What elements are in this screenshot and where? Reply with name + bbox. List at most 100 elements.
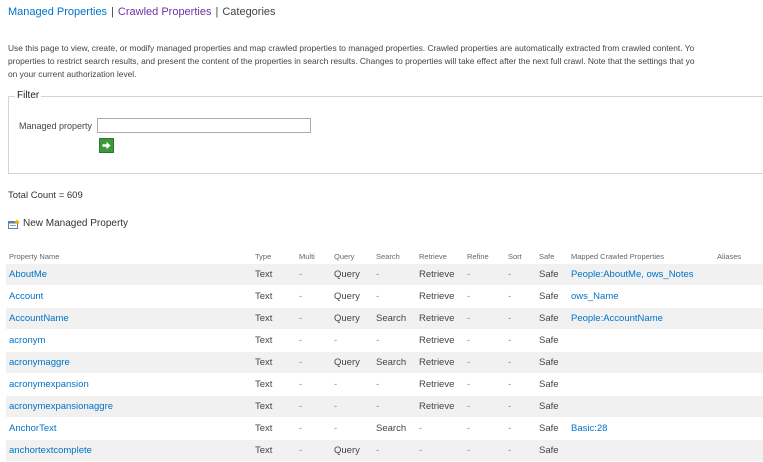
cell-type: Text bbox=[252, 373, 296, 396]
header-mapped-crawled-properties[interactable]: Mapped Crawled Properties bbox=[568, 248, 714, 264]
cell-refine: - bbox=[464, 417, 505, 440]
cell-search: - bbox=[373, 264, 416, 286]
cell-multi: - bbox=[296, 417, 331, 440]
cell-mapped: People:AccountName bbox=[568, 307, 714, 330]
cell-name: Account bbox=[6, 285, 252, 308]
property-name-link[interactable]: acronymaggre bbox=[9, 357, 70, 368]
table-row: acronymexpansionaggre Text - - - Retrieve - - Sa… bbox=[6, 395, 763, 418]
header-retrieve[interactable]: Retrieve bbox=[416, 248, 464, 264]
header-safe[interactable]: Safe bbox=[536, 248, 568, 264]
cell-mapped bbox=[568, 373, 714, 396]
new-managed-property-button[interactable]: New Managed Property bbox=[8, 218, 128, 229]
description-line: properties to restrict search results, a… bbox=[8, 56, 695, 66]
categories-link[interactable]: Categories bbox=[222, 6, 275, 18]
cell-retrieve: Retrieve bbox=[416, 307, 464, 330]
header-search[interactable]: Search bbox=[373, 248, 416, 264]
cell-aliases bbox=[714, 439, 763, 462]
cell-search: - bbox=[373, 395, 416, 418]
header-type[interactable]: Type bbox=[252, 248, 296, 264]
cell-query: Query bbox=[331, 351, 373, 374]
cell-retrieve: - bbox=[416, 439, 464, 462]
table-row: anchortextcomplete Text - Query - - - - Safe bbox=[6, 439, 763, 462]
cell-multi: - bbox=[296, 329, 331, 352]
cell-aliases bbox=[714, 351, 763, 374]
cell-refine: - bbox=[464, 285, 505, 308]
cell-type: Text bbox=[252, 439, 296, 462]
cell-type: Text bbox=[252, 285, 296, 308]
table-row: AccountName Text - Query Search Retrieve - - Saf… bbox=[6, 307, 763, 330]
cell-sort: - bbox=[505, 395, 536, 418]
header-property-name[interactable]: Property Name bbox=[6, 248, 252, 264]
cell-type: Text bbox=[252, 395, 296, 418]
new-managed-property-label: New Managed Property bbox=[23, 218, 129, 229]
mapped-crawled-property-link[interactable]: People:AboutMe, ows_Notes bbox=[571, 269, 694, 280]
cell-safe: Safe bbox=[536, 439, 568, 462]
cell-retrieve: Retrieve bbox=[416, 373, 464, 396]
mapped-crawled-property-link[interactable]: Basic:28 bbox=[571, 423, 607, 434]
total-count: Total Count = 609 bbox=[8, 190, 83, 201]
property-name-link[interactable]: acronym bbox=[9, 335, 45, 346]
cell-name: acronymexpansionaggre bbox=[6, 395, 252, 418]
cell-name: acronymexpansion bbox=[6, 373, 252, 396]
go-arrow-icon[interactable] bbox=[99, 138, 114, 153]
property-name-link[interactable]: AboutMe bbox=[9, 269, 47, 280]
property-name-link[interactable]: anchortextcomplete bbox=[9, 445, 92, 456]
header-refine[interactable]: Refine bbox=[464, 248, 505, 264]
property-name-link[interactable]: acronymexpansionaggre bbox=[9, 401, 113, 412]
cell-refine: - bbox=[464, 395, 505, 418]
managed-property-label: Managed property bbox=[19, 121, 93, 131]
table-row: acronymexpansion Text - - - Retrieve - - Safe bbox=[6, 373, 763, 396]
cell-safe: Safe bbox=[536, 351, 568, 374]
header-multi[interactable]: Multi bbox=[296, 248, 331, 264]
header-sort[interactable]: Sort bbox=[505, 248, 536, 264]
property-name-link[interactable]: acronymexpansion bbox=[9, 379, 89, 390]
cell-retrieve: - bbox=[416, 417, 464, 440]
cell-aliases bbox=[714, 285, 763, 308]
cell-mapped bbox=[568, 329, 714, 352]
managed-properties-table: Property Name Type Multi Query Search Re… bbox=[6, 248, 763, 462]
cell-multi: - bbox=[296, 264, 331, 286]
cell-sort: - bbox=[505, 307, 536, 330]
managed-property-input[interactable] bbox=[97, 118, 311, 133]
mapped-crawled-property-link[interactable]: People:AccountName bbox=[571, 313, 663, 324]
page-description: Use this page to view, create, or modify… bbox=[8, 42, 763, 81]
cell-safe: Safe bbox=[536, 264, 568, 286]
cell-name: AccountName bbox=[6, 307, 252, 330]
cell-multi: - bbox=[296, 373, 331, 396]
cell-refine: - bbox=[464, 307, 505, 330]
cell-refine: - bbox=[464, 439, 505, 462]
cell-sort: - bbox=[505, 329, 536, 352]
header-query[interactable]: Query bbox=[331, 248, 373, 264]
cell-sort: - bbox=[505, 264, 536, 286]
managed-properties-link[interactable]: Managed Properties bbox=[8, 6, 107, 18]
cell-multi: - bbox=[296, 351, 331, 374]
table-row: AnchorText Text - - Search - - - Safe Basic:28 bbox=[6, 417, 763, 440]
table-row: acronym Text - - - Retrieve - - Safe bbox=[6, 329, 763, 352]
cell-type: Text bbox=[252, 417, 296, 440]
crawled-properties-link[interactable]: Crawled Properties bbox=[118, 6, 212, 18]
cell-refine: - bbox=[464, 329, 505, 352]
property-name-link[interactable]: AccountName bbox=[9, 313, 69, 324]
cell-safe: Safe bbox=[536, 395, 568, 418]
mapped-crawled-property-link[interactable]: ows_Name bbox=[571, 291, 619, 302]
new-property-icon bbox=[8, 218, 20, 229]
cell-multi: - bbox=[296, 395, 331, 418]
cell-query: Query bbox=[331, 439, 373, 462]
cell-safe: Safe bbox=[536, 373, 568, 396]
cell-safe: Safe bbox=[536, 307, 568, 330]
filter-box: Filter Managed property bbox=[8, 90, 763, 174]
cell-name: acronymaggre bbox=[6, 351, 252, 374]
cell-type: Text bbox=[252, 264, 296, 286]
cell-sort: - bbox=[505, 285, 536, 308]
cell-type: Text bbox=[252, 307, 296, 330]
property-name-link[interactable]: Account bbox=[9, 291, 43, 302]
cell-aliases bbox=[714, 329, 763, 352]
cell-mapped: ows_Name bbox=[568, 285, 714, 308]
cell-retrieve: Retrieve bbox=[416, 351, 464, 374]
header-aliases[interactable]: Aliases bbox=[714, 248, 763, 264]
cell-multi: - bbox=[296, 285, 331, 308]
description-line: Use this page to view, create, or modify… bbox=[8, 43, 695, 53]
property-name-link[interactable]: AnchorText bbox=[9, 423, 57, 434]
cell-retrieve: Retrieve bbox=[416, 329, 464, 352]
cell-query: - bbox=[331, 329, 373, 352]
